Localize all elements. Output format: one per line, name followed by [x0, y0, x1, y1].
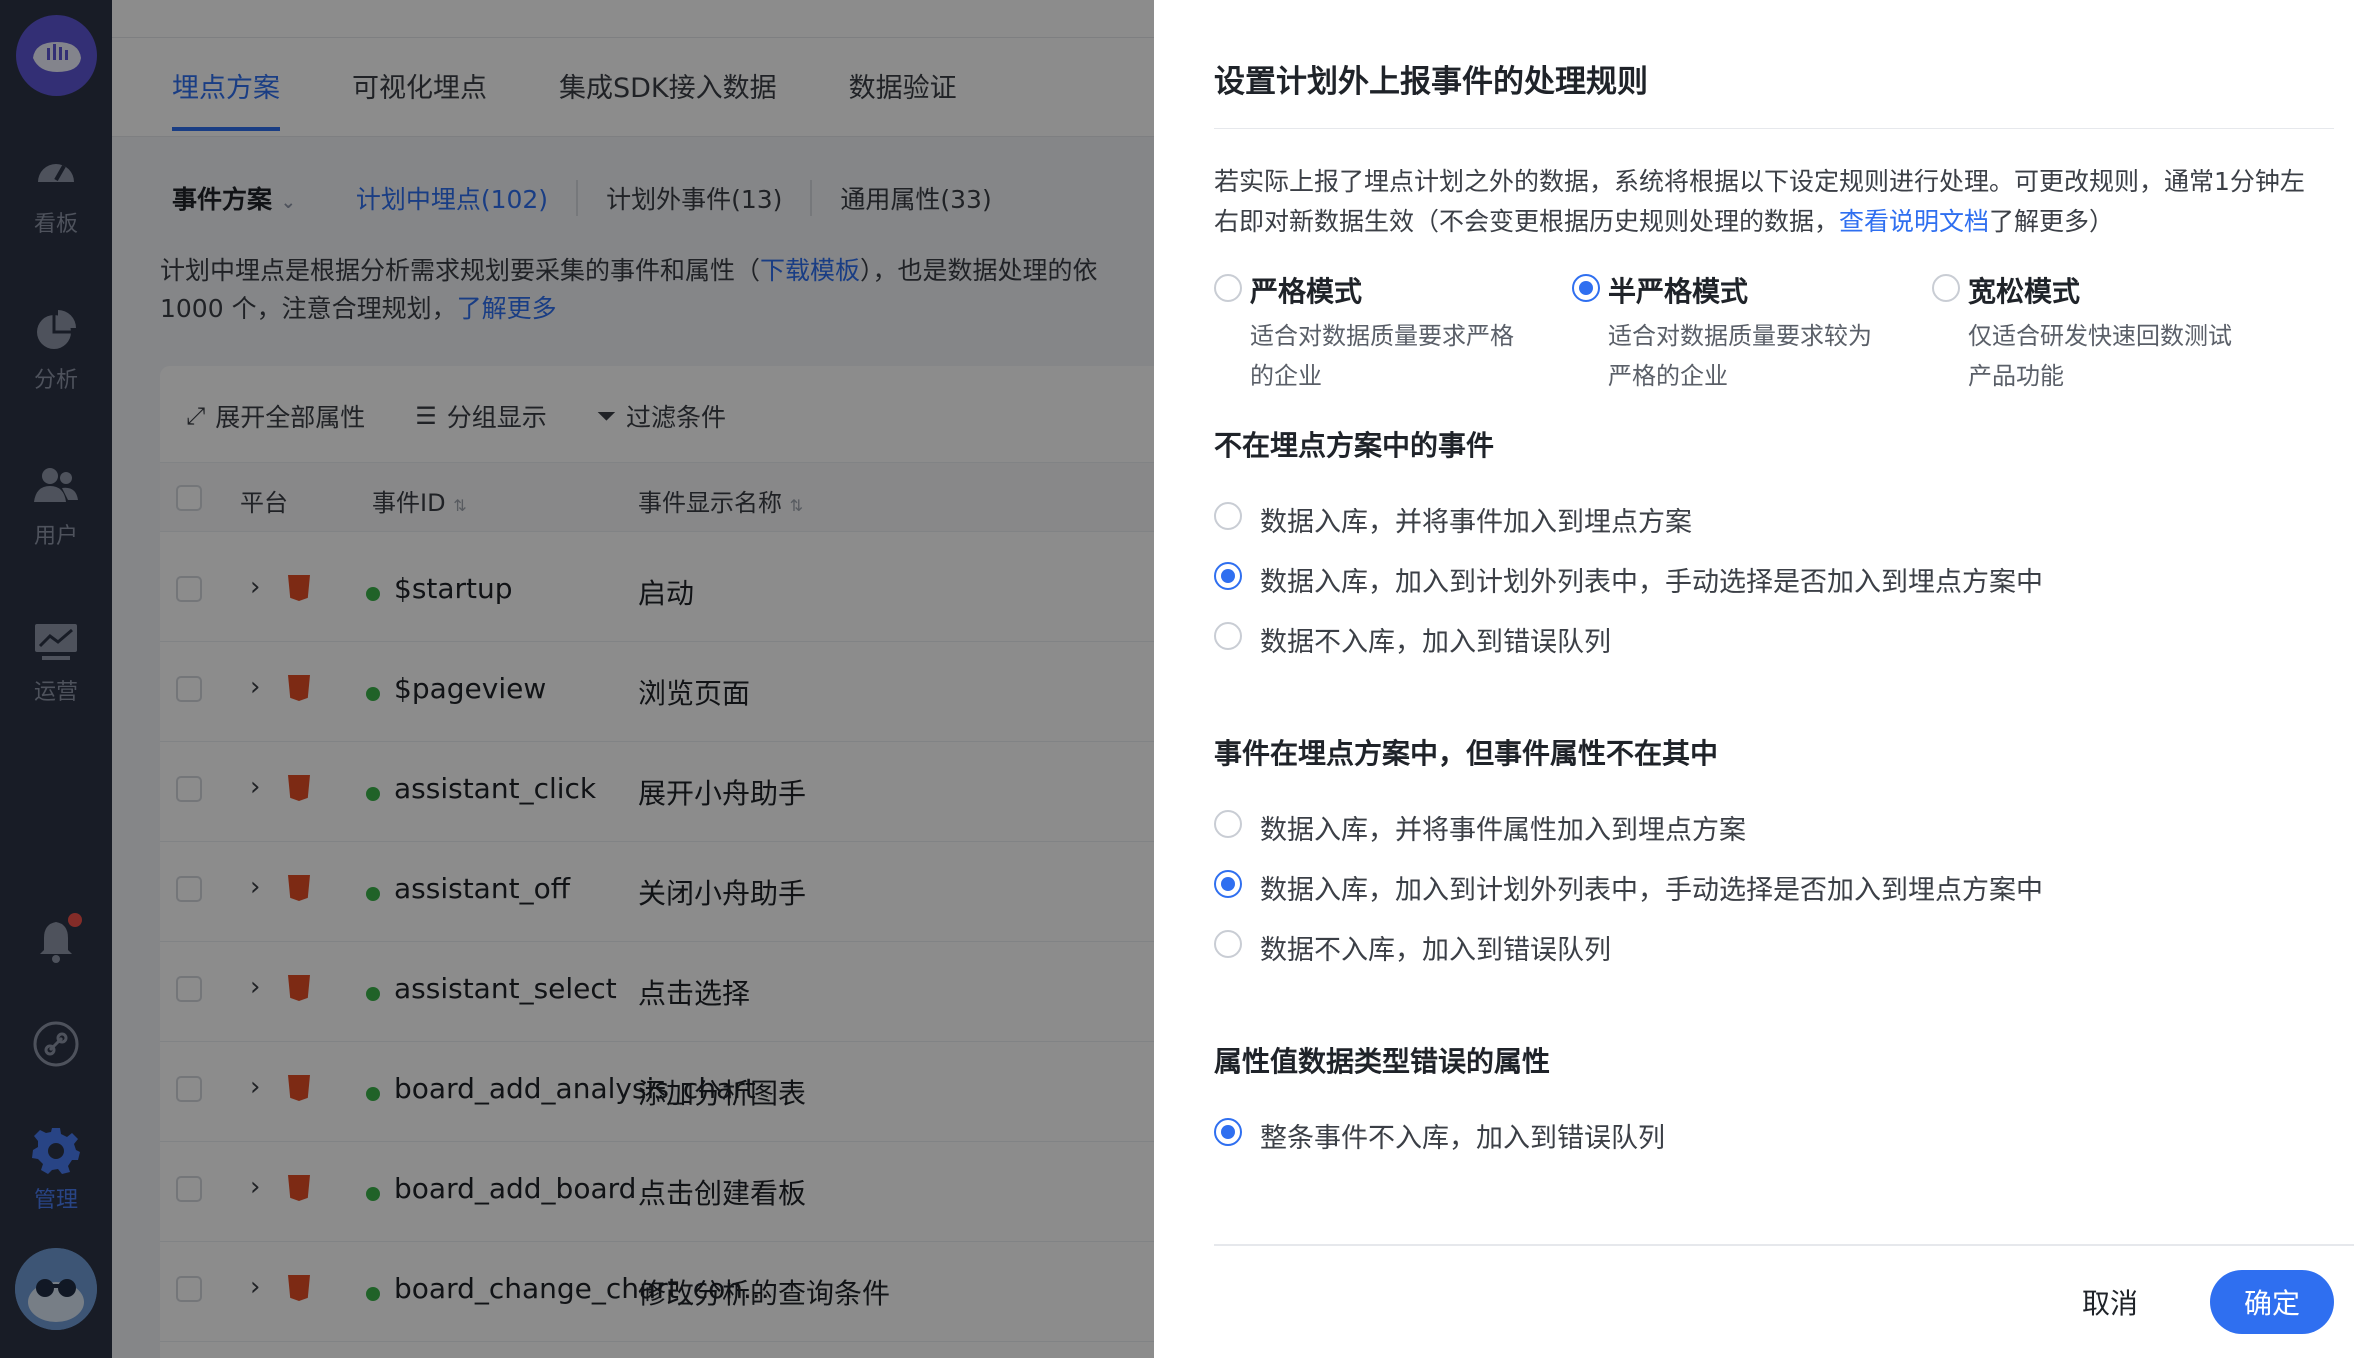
rules-drawer: 设置计划外上报事件的处理规则 若实际上报了埋点计划之外的数据，系统将根据以下设定… [1154, 0, 2354, 1358]
radio-button[interactable] [1214, 930, 1242, 958]
radio-button[interactable] [1214, 502, 1242, 530]
rules-intro: 若实际上报了埋点计划之外的数据，系统将根据以下设定规则进行处理。可更改规则，通常… [1214, 167, 2305, 236]
mode-semi-strict[interactable]: 半严格模式 适合对数据质量要求较为严格的企业 [1572, 270, 1888, 396]
section-type-error-title: 属性值数据类型错误的属性 [1214, 1045, 1551, 1078]
radio-button[interactable] [1214, 870, 1242, 898]
mode-strict[interactable]: 严格模式 适合对数据质量要求严格的企业 [1214, 270, 1530, 396]
view-docs-link[interactable]: 查看说明文档 [1839, 207, 1989, 236]
footer-divider [1214, 1244, 2354, 1246]
section-events-not-in-plan-title: 不在埋点方案中的事件 [1214, 429, 1495, 462]
radio-button[interactable] [1214, 562, 1242, 590]
confirm-button[interactable]: 确定 [2210, 1270, 2334, 1334]
section-props-not-in-plan-title: 事件在埋点方案中，但事件属性不在其中 [1214, 737, 1719, 770]
mode-strict-radio[interactable] [1214, 274, 1242, 302]
drawer-title: 设置计划外上报事件的处理规则 [1214, 64, 1648, 100]
mode-loose-radio[interactable] [1932, 274, 1960, 302]
radio-button[interactable] [1214, 810, 1242, 838]
mode-loose[interactable]: 宽松模式 仅适合研发快速回数测试产品功能 [1932, 270, 2248, 396]
overlay-mask[interactable] [0, 0, 1154, 1358]
cancel-button[interactable]: 取消 [2050, 1270, 2170, 1334]
radio-button[interactable] [1214, 622, 1242, 650]
mode-semi-strict-radio[interactable] [1572, 274, 1600, 302]
radio-button[interactable] [1214, 1118, 1242, 1146]
title-divider [1214, 128, 2334, 129]
